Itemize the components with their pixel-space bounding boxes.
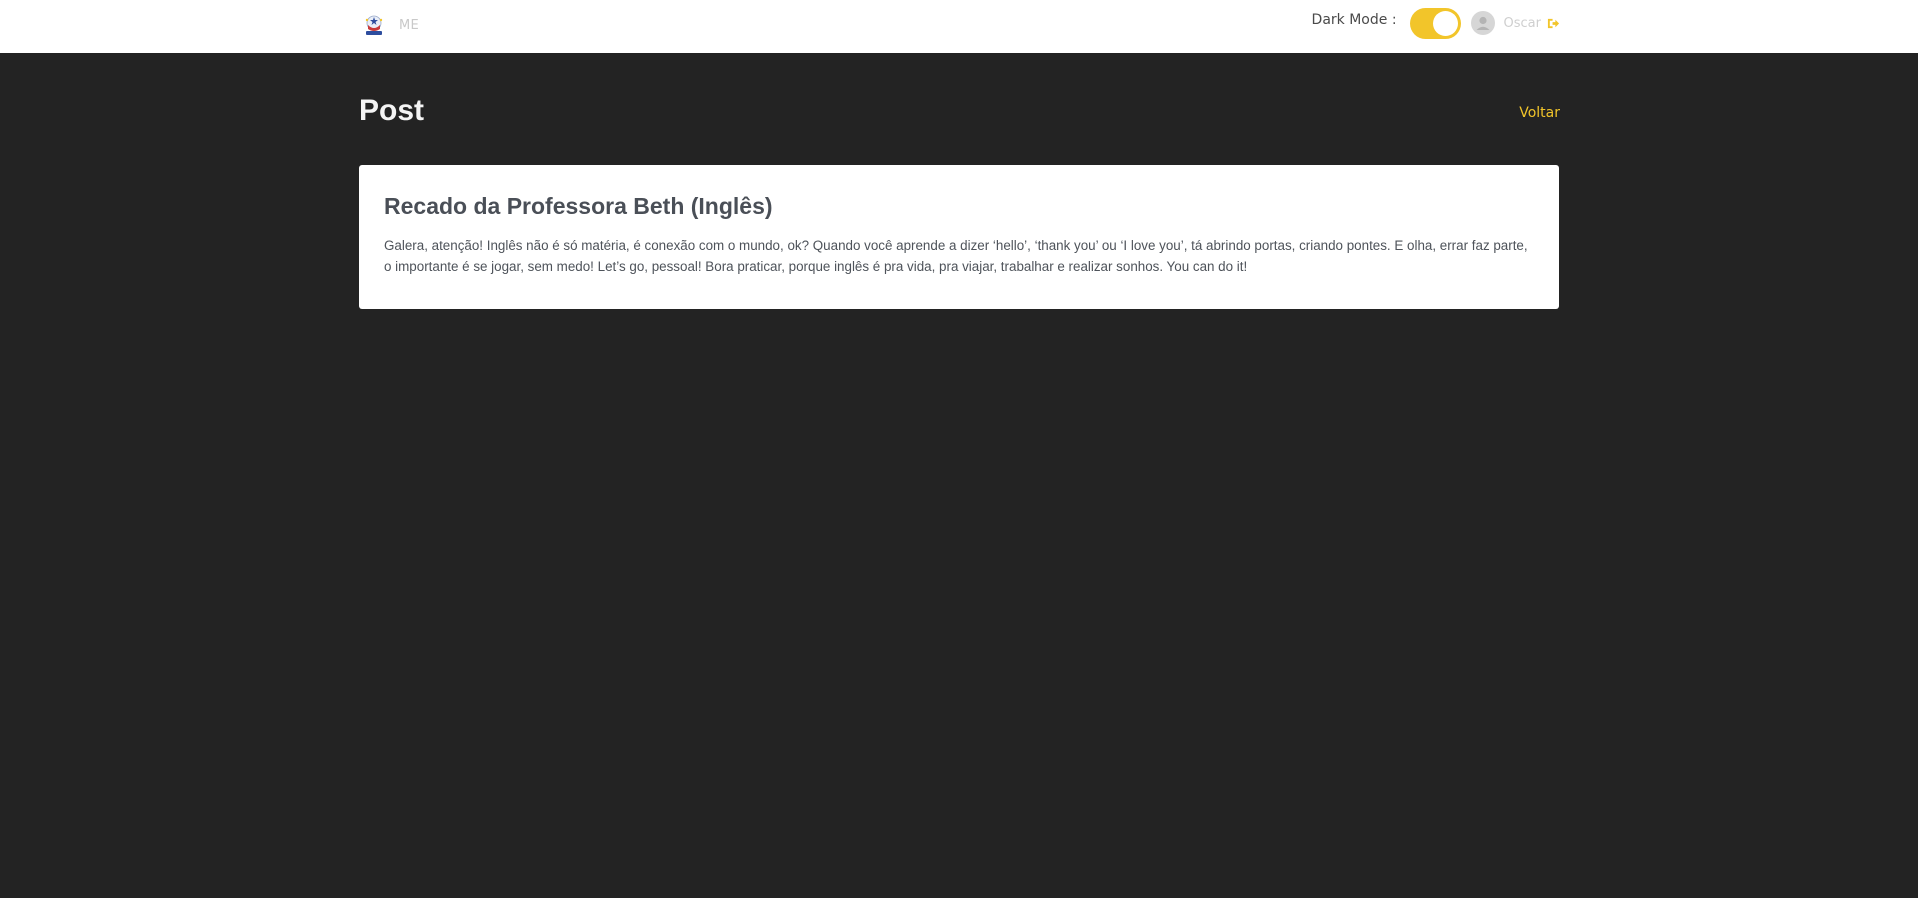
- brand[interactable]: ME: [361, 12, 419, 38]
- toggle-knob: [1432, 10, 1458, 36]
- post-body: Galera, atenção! Inglês não é só matéria…: [384, 238, 1528, 274]
- avatar[interactable]: [1470, 11, 1495, 35]
- brand-text: ME: [399, 17, 420, 33]
- page-title: Post: [359, 94, 425, 127]
- post-title: Recado da Professora Beth (Inglês): [384, 193, 773, 219]
- sign-out-icon[interactable]: [1547, 17, 1560, 30]
- top-navbar: ME Dark Mode : Oscar: [0, 0, 1918, 53]
- dark-mode-label: Dark Mode :: [1311, 12, 1397, 28]
- post-card: Recado da Professora Beth (Inglês) Galer…: [359, 165, 1559, 309]
- back-link[interactable]: Voltar: [1519, 105, 1560, 121]
- user-icon: [1476, 16, 1490, 30]
- navbar-right: Dark Mode : Oscar: [1311, 7, 1560, 39]
- school-crest-icon: [365, 15, 383, 35]
- dark-mode-toggle[interactable]: [1409, 7, 1461, 39]
- username[interactable]: Oscar: [1504, 16, 1541, 31]
